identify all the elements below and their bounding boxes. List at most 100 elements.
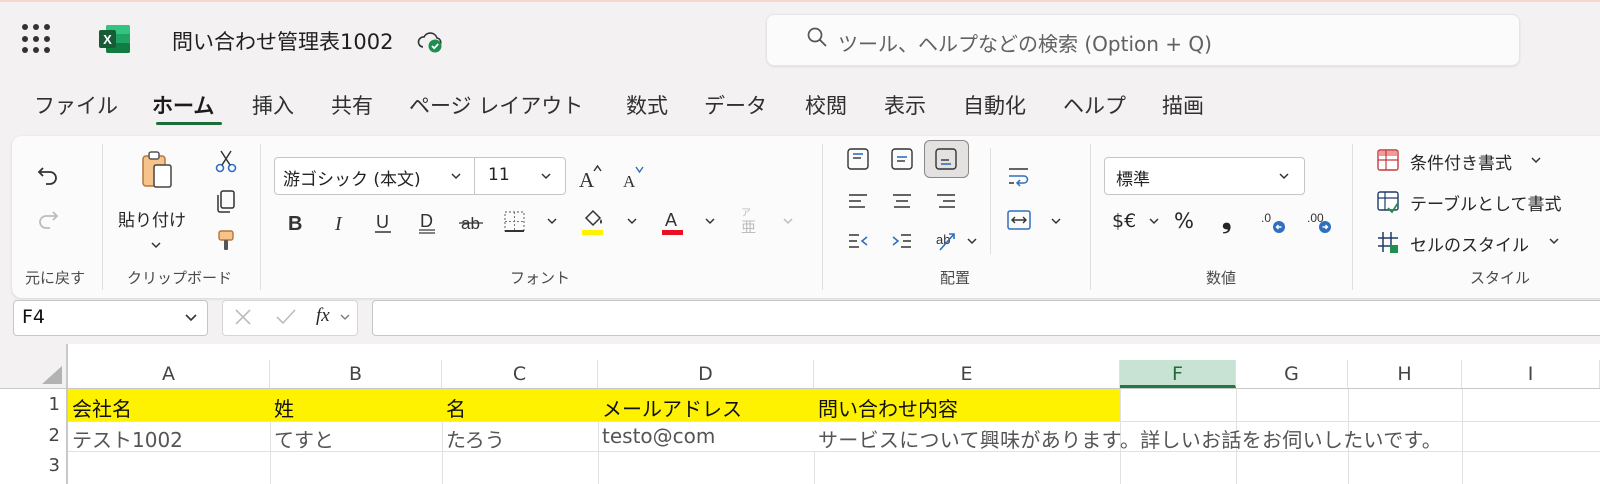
- italic-icon[interactable]: I: [330, 210, 352, 234]
- double-underline-icon[interactable]: D: [416, 210, 438, 236]
- chevron-down-icon[interactable]: [1530, 155, 1542, 165]
- strikethrough-icon[interactable]: ab: [458, 210, 484, 236]
- redo-icon[interactable]: [36, 206, 60, 230]
- cell-e1[interactable]: 問い合わせ内容: [814, 393, 958, 422]
- chevron-down-icon[interactable]: [540, 171, 552, 181]
- tab-view[interactable]: 表示: [884, 90, 926, 120]
- cell-c1[interactable]: 名: [442, 393, 466, 422]
- paste-icon[interactable]: [140, 150, 174, 190]
- tab-page-layout[interactable]: ページ レイアウト: [409, 90, 583, 120]
- column-header-f[interactable]: F: [1120, 360, 1236, 388]
- wrap-text-icon[interactable]: [1006, 164, 1032, 188]
- document-title[interactable]: 問い合わせ管理表1002: [172, 26, 393, 56]
- increase-font-size-icon[interactable]: A: [578, 162, 604, 190]
- decrease-font-size-icon[interactable]: A: [622, 162, 648, 190]
- cell-d1[interactable]: メールアドレス: [598, 393, 742, 422]
- format-as-table-label[interactable]: テーブルとして書式: [1410, 190, 1561, 215]
- tab-insert[interactable]: 挿入: [252, 90, 294, 120]
- cut-icon[interactable]: [214, 148, 238, 174]
- align-left-icon[interactable]: [846, 190, 870, 212]
- conditional-formatting-label[interactable]: 条件付き書式: [1410, 149, 1512, 174]
- borders-icon[interactable]: [502, 208, 528, 236]
- chevron-down-icon[interactable]: [150, 240, 162, 250]
- format-as-table-icon[interactable]: [1376, 190, 1400, 214]
- chevron-down-icon[interactable]: [450, 171, 462, 181]
- orientation-icon[interactable]: ab: [934, 228, 960, 254]
- tab-home[interactable]: ホーム: [152, 90, 214, 120]
- conditional-formatting-icon[interactable]: [1376, 148, 1400, 172]
- column-header-e[interactable]: E: [814, 360, 1120, 388]
- chevron-down-icon[interactable]: [626, 216, 638, 226]
- row-header-3[interactable]: 3: [0, 455, 68, 476]
- cell-styles-icon[interactable]: [1376, 230, 1400, 254]
- increase-indent-icon[interactable]: [890, 230, 914, 252]
- cell-styles-label[interactable]: セルのスタイル: [1410, 231, 1529, 256]
- paste-label[interactable]: 貼り付け: [118, 206, 186, 231]
- cell-b2[interactable]: てすと: [270, 424, 334, 453]
- tab-help[interactable]: ヘルプ: [1063, 90, 1126, 120]
- undo-icon[interactable]: [36, 162, 60, 186]
- decrease-indent-icon[interactable]: [846, 230, 870, 252]
- decrease-decimal-icon[interactable]: .0: [1260, 208, 1290, 236]
- cloud-saved-icon[interactable]: [416, 28, 446, 54]
- cell-a1[interactable]: 会社名: [68, 393, 132, 422]
- formula-input[interactable]: [372, 300, 1600, 336]
- row-header-2[interactable]: 2: [0, 425, 68, 446]
- align-right-icon[interactable]: [934, 190, 958, 212]
- font-size-select[interactable]: 11: [488, 165, 510, 185]
- select-all-triangle-icon[interactable]: [40, 364, 64, 386]
- format-painter-icon[interactable]: [214, 228, 238, 254]
- chevron-down-icon[interactable]: [966, 236, 978, 246]
- chevron-down-icon[interactable]: [340, 313, 350, 321]
- insert-function-button[interactable]: fx: [316, 305, 330, 327]
- tab-review[interactable]: 校閲: [805, 90, 847, 120]
- enter-check-icon[interactable]: [274, 306, 298, 328]
- row-header-1[interactable]: 1: [0, 394, 68, 415]
- chevron-down-icon[interactable]: [782, 216, 794, 226]
- align-center-icon[interactable]: [890, 190, 914, 212]
- percent-style-button[interactable]: %: [1174, 209, 1194, 233]
- chevron-down-icon[interactable]: [546, 216, 558, 226]
- fill-color-icon[interactable]: [580, 206, 606, 236]
- underline-icon[interactable]: U: [372, 210, 394, 236]
- divider: [102, 144, 103, 290]
- column-header-b[interactable]: B: [270, 360, 442, 388]
- phonetic-guide-icon[interactable]: ア亜: [738, 204, 764, 236]
- chevron-down-icon[interactable]: [184, 312, 198, 324]
- cell-b1[interactable]: 姓: [270, 393, 294, 422]
- tab-automate[interactable]: 自動化: [963, 90, 1026, 120]
- increase-decimal-icon[interactable]: .00: [1306, 208, 1336, 236]
- currency-format-button[interactable]: $€: [1112, 210, 1136, 232]
- column-header-a[interactable]: A: [68, 360, 270, 388]
- column-header-i[interactable]: I: [1462, 360, 1600, 388]
- tab-data[interactable]: データ: [704, 90, 767, 120]
- font-color-icon[interactable]: A: [660, 206, 686, 236]
- comma-style-button[interactable]: ❟: [1222, 206, 1231, 234]
- copy-icon[interactable]: [214, 188, 238, 214]
- tab-share[interactable]: 共有: [331, 90, 373, 120]
- align-bottom-icon[interactable]: [934, 147, 958, 171]
- tab-draw[interactable]: 描画: [1162, 90, 1204, 120]
- cell-a2[interactable]: テスト1002: [68, 424, 183, 453]
- tab-file[interactable]: ファイル: [34, 90, 118, 120]
- tab-formulas[interactable]: 数式: [626, 90, 668, 120]
- cell-e2[interactable]: サービスについて興味があります。詳しいお話をお伺いしたいです。: [814, 424, 1442, 453]
- font-name-select[interactable]: 游ゴシック (本文): [283, 165, 421, 190]
- cancel-icon[interactable]: [232, 306, 254, 328]
- merge-center-icon[interactable]: [1006, 208, 1032, 232]
- column-header-c[interactable]: C: [442, 360, 598, 388]
- app-launcher-icon[interactable]: [22, 24, 52, 54]
- column-header-h[interactable]: H: [1348, 360, 1462, 388]
- bold-icon[interactable]: B: [285, 210, 307, 234]
- chevron-down-icon[interactable]: [1050, 216, 1062, 226]
- column-header-d[interactable]: D: [598, 360, 814, 388]
- cell-d2[interactable]: testo@com: [598, 424, 715, 448]
- chevron-down-icon[interactable]: [704, 216, 716, 226]
- align-top-icon[interactable]: [846, 147, 870, 171]
- cell-c2[interactable]: たろう: [442, 424, 505, 453]
- chevron-down-icon[interactable]: [1278, 171, 1290, 181]
- align-middle-icon[interactable]: [890, 147, 914, 171]
- chevron-down-icon[interactable]: [1148, 216, 1160, 226]
- column-header-g[interactable]: G: [1236, 360, 1348, 388]
- chevron-down-icon[interactable]: [1548, 236, 1560, 246]
